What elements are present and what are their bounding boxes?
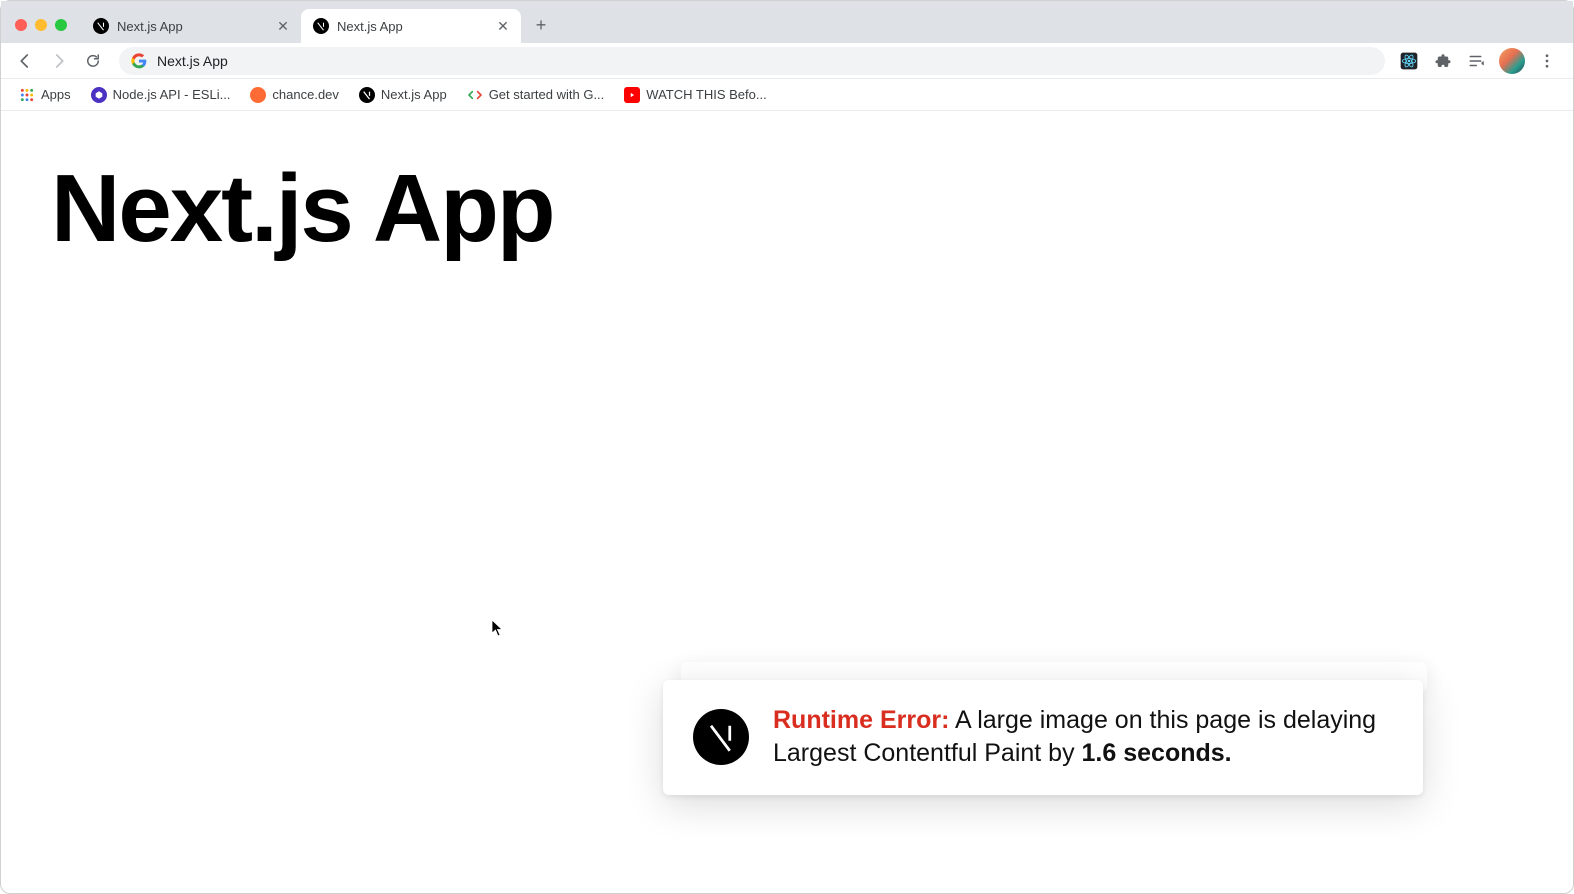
extensions-icon[interactable] [1431,49,1455,73]
minimize-window-button[interactable] [35,19,47,31]
browser-tab[interactable]: Next.js App ✕ [81,9,301,43]
maximize-window-button[interactable] [55,19,67,31]
forward-button[interactable] [45,47,73,75]
tab-strip: Next.js App ✕ Next.js App ✕ + [1,1,1573,43]
runtime-error-toast[interactable]: Runtime Error: A large image on this pag… [663,680,1423,796]
toast-stack: Runtime Error: A large image on this pag… [663,680,1423,796]
reading-list-icon[interactable] [1465,49,1489,73]
profile-avatar[interactable] [1499,48,1525,74]
chrome-menu-icon[interactable] [1535,49,1559,73]
reload-button[interactable] [79,47,107,75]
window-traffic-lights [15,19,67,31]
close-window-button[interactable] [15,19,27,31]
bookmark-item[interactable]: chance.dev [242,83,347,107]
google-icon [131,53,147,69]
bookmark-item[interactable]: Next.js App [351,83,455,107]
address-bar-text: Next.js App [157,53,228,69]
close-tab-icon[interactable]: ✕ [275,18,291,34]
bookmark-item[interactable]: Get started with G... [459,83,613,107]
browser-tab-active[interactable]: Next.js App ✕ [301,9,521,43]
back-button[interactable] [11,47,39,75]
tab-title: Next.js App [117,19,267,34]
bookmark-label: Next.js App [381,87,447,102]
apps-bookmark[interactable]: Apps [11,83,79,107]
bookmarks-bar: Apps Node.js API - ESLi... chance.dev Ne… [1,79,1573,111]
bookmark-item[interactable]: WATCH THIS Befo... [616,83,774,107]
bookmark-label: WATCH THIS Befo... [646,87,766,102]
youtube-icon [624,87,640,103]
page-heading: Next.js App [51,161,1523,257]
bookmark-label: chance.dev [272,87,339,102]
nextjs-icon [93,18,109,34]
bookmark-item[interactable]: Node.js API - ESLi... [83,83,239,107]
cursor-icon [491,619,505,642]
react-devtools-icon[interactable] [1397,49,1421,73]
new-tab-button[interactable]: + [527,11,555,39]
bookmark-label: Apps [41,87,71,102]
bookmark-label: Get started with G... [489,87,605,102]
nextjs-icon [693,709,749,765]
eslint-icon [91,87,107,103]
site-icon [250,87,266,103]
bookmark-label: Node.js API - ESLi... [113,87,231,102]
nextjs-icon [313,18,329,34]
toast-bold-time: 1.6 seconds. [1082,739,1232,767]
page-content: Next.js App [1,111,1573,307]
code-icon [467,87,483,103]
toolbar-right [1397,48,1563,74]
browser-toolbar: Next.js App [1,43,1573,79]
nextjs-icon [359,87,375,103]
error-label: Runtime Error: [773,706,949,734]
toast-message: Runtime Error: A large image on this pag… [773,704,1393,772]
address-bar[interactable]: Next.js App [119,47,1385,75]
apps-icon [19,87,35,103]
close-tab-icon[interactable]: ✕ [495,18,511,34]
tab-title: Next.js App [337,19,487,34]
